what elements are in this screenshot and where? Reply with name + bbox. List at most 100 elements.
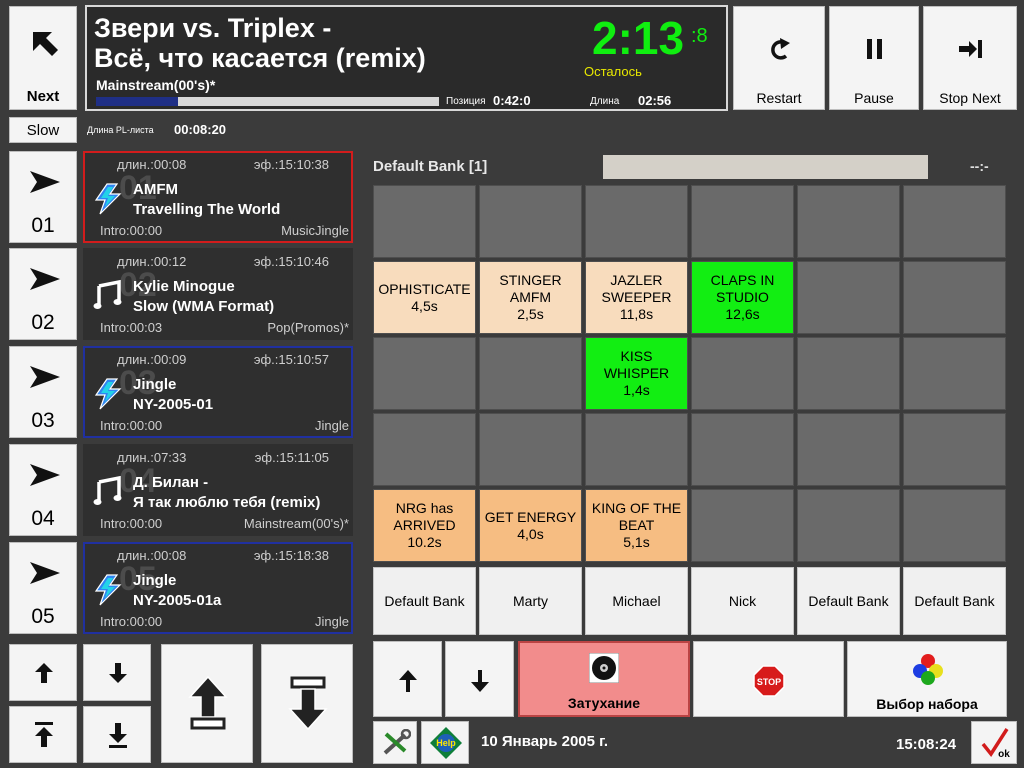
cart-cell[interactable]: NRG has ARRIVED 10.2s <box>373 489 476 562</box>
cart-cell[interactable]: JAZLER SWEEPER 11,8s <box>585 261 688 334</box>
fade-button[interactable]: Затухание <box>518 641 690 717</box>
bank-indicator: --:- <box>970 158 989 174</box>
progress-bar[interactable] <box>96 97 439 106</box>
cart-cell[interactable] <box>797 489 900 562</box>
ok-button[interactable]: ok <box>971 721 1017 764</box>
cart-cell[interactable] <box>797 413 900 486</box>
next-button[interactable]: Next <box>9 6 77 110</box>
cart-cell[interactable] <box>903 185 1006 258</box>
bank-tab[interactable]: Nick <box>691 567 794 635</box>
cart-cell[interactable]: OPHISTICATE 4,5s <box>373 261 476 334</box>
bank-tab[interactable]: Default Bank <box>797 567 900 635</box>
cart-cell[interactable] <box>903 413 1006 486</box>
bank-tab[interactable]: Michael <box>585 567 688 635</box>
cart-cell[interactable] <box>479 185 582 258</box>
scroll-list-top-button[interactable] <box>161 644 253 763</box>
scroll-list-bottom-button[interactable] <box>261 644 353 763</box>
cart-cell-line: BEAT <box>618 517 655 533</box>
playlist-length-label: Длина PL-листа <box>87 125 154 135</box>
cart-cell[interactable] <box>479 413 582 486</box>
tools-button[interactable] <box>373 721 417 764</box>
cart-cell[interactable] <box>479 337 582 410</box>
cart-cell[interactable]: CLAPS IN STUDIO 12,6s <box>691 261 794 334</box>
entry-category: MusicJingle <box>281 223 349 238</box>
cart-cell[interactable] <box>691 413 794 486</box>
help-button[interactable]: Help <box>421 721 469 764</box>
cart-up-button[interactable] <box>373 641 442 717</box>
cart-cell[interactable] <box>585 185 688 258</box>
entry-intro: Intro:00:03 <box>100 320 163 335</box>
playlist-entry[interactable]: 01 длин.:00:08 эф.:15:10:38 AMFM Travelling … <box>83 151 353 243</box>
entry-artist: Д. Билан - <box>133 474 209 491</box>
cart-cell[interactable]: GET ENERGY 4,0s <box>479 489 582 562</box>
cart-cell[interactable] <box>373 337 476 410</box>
bank-tab[interactable]: Default Bank <box>373 567 476 635</box>
pause-icon <box>867 39 882 59</box>
playlist-entry[interactable]: 05 длин.:00:08 эф.:15:18:38 Jingle NY-2005-0… <box>83 542 353 634</box>
playlist-entry[interactable]: 03 длин.:00:09 эф.:15:10:57 Jingle NY-2005-0… <box>83 346 353 438</box>
cart-cell[interactable] <box>585 413 688 486</box>
cart-cell[interactable] <box>691 337 794 410</box>
slot-play-button[interactable]: 01 <box>9 151 77 243</box>
stop-next-button[interactable]: Stop Next <box>923 6 1017 110</box>
stop-badge-text: STOP <box>757 677 781 687</box>
bank-search-bar[interactable] <box>603 155 928 179</box>
cart-cell[interactable]: KISS WHISPER 1,4s <box>585 337 688 410</box>
cart-cell[interactable] <box>797 261 900 334</box>
cart-cell-line: KISS <box>620 348 653 364</box>
cart-cell[interactable]: KING OF THE BEAT 5,1s <box>585 489 688 562</box>
stop-next-label: Stop Next <box>939 90 1001 106</box>
cart-cell-line: 4,5s <box>411 297 438 314</box>
cart-cell-line: JAZLER <box>610 272 663 288</box>
cart-cell-line: OPHISTICATE <box>378 280 471 297</box>
entry-length: длин.:00:08 <box>117 548 187 563</box>
jingle-bolt-icon <box>93 183 123 215</box>
move-to-bottom-button[interactable] <box>83 706 151 763</box>
cart-cell[interactable]: STINGER AMFM 2,5s <box>479 261 582 334</box>
move-to-top-button[interactable] <box>9 706 77 763</box>
cart-cell[interactable] <box>903 489 1006 562</box>
slot-play-button[interactable]: 02 <box>9 248 77 340</box>
remaining-time: 2:13 <box>592 12 685 64</box>
playlist-length-value: 00:08:20 <box>174 122 227 137</box>
checkmark-icon: ok <box>981 728 1010 760</box>
cart-cell[interactable] <box>903 337 1006 410</box>
cart-down-button[interactable] <box>445 641 514 717</box>
slot-play-button[interactable]: 03 <box>9 346 77 438</box>
cart-cell-line: CLAPS IN <box>710 272 775 288</box>
cart-cell[interactable] <box>797 185 900 258</box>
stop-button[interactable]: STOP <box>693 641 844 717</box>
move-up-button[interactable] <box>9 644 77 701</box>
entry-artist: Jingle <box>133 572 177 589</box>
cart-cell[interactable] <box>691 489 794 562</box>
bank-tab[interactable]: Marty <box>479 567 582 635</box>
ok-badge-text: ok <box>998 749 1010 760</box>
progress-fill <box>96 97 179 106</box>
entry-effective-time: эф.:15:10:46 <box>253 254 329 269</box>
cart-cell[interactable] <box>797 337 900 410</box>
playlist-entry[interactable]: 02 длин.:00:12 эф.:15:10:46 Kylie Minogue Sl… <box>83 248 353 340</box>
restart-button[interactable]: Restart <box>733 6 825 110</box>
entry-title: Я так люблю тебя (remix) <box>133 494 321 511</box>
pause-button[interactable]: Pause <box>829 6 919 110</box>
tools-icon <box>383 729 411 755</box>
cart-cell[interactable] <box>373 413 476 486</box>
cart-cell-line: SWEEPER <box>601 289 672 305</box>
cart-cell[interactable] <box>691 185 794 258</box>
cart-cell[interactable] <box>373 185 476 258</box>
slot-play-button[interactable]: 04 <box>9 444 77 536</box>
move-down-button[interactable] <box>83 644 151 701</box>
position-value: 0:42:0 <box>493 93 531 108</box>
cart-cell[interactable] <box>903 261 1006 334</box>
cart-cell-line: 2,5s <box>517 306 544 322</box>
arrow-to-top-icon <box>35 722 53 747</box>
playlist-entry[interactable]: 04 длин.:07:33 эф.:15:11:05 Д. Билан -Я так… <box>83 444 353 536</box>
slot-number: 02 <box>31 311 55 334</box>
bank-tab[interactable]: Default Bank <box>903 567 1006 635</box>
slot-play-button[interactable]: 05 <box>9 542 77 634</box>
slot-number: 04 <box>31 507 55 530</box>
restart-icon <box>771 38 790 60</box>
set-select-button[interactable]: Выбор набора <box>847 641 1007 717</box>
slow-button[interactable]: Slow <box>9 117 77 143</box>
status-date: 10 Январь 2005 г. <box>481 733 609 750</box>
